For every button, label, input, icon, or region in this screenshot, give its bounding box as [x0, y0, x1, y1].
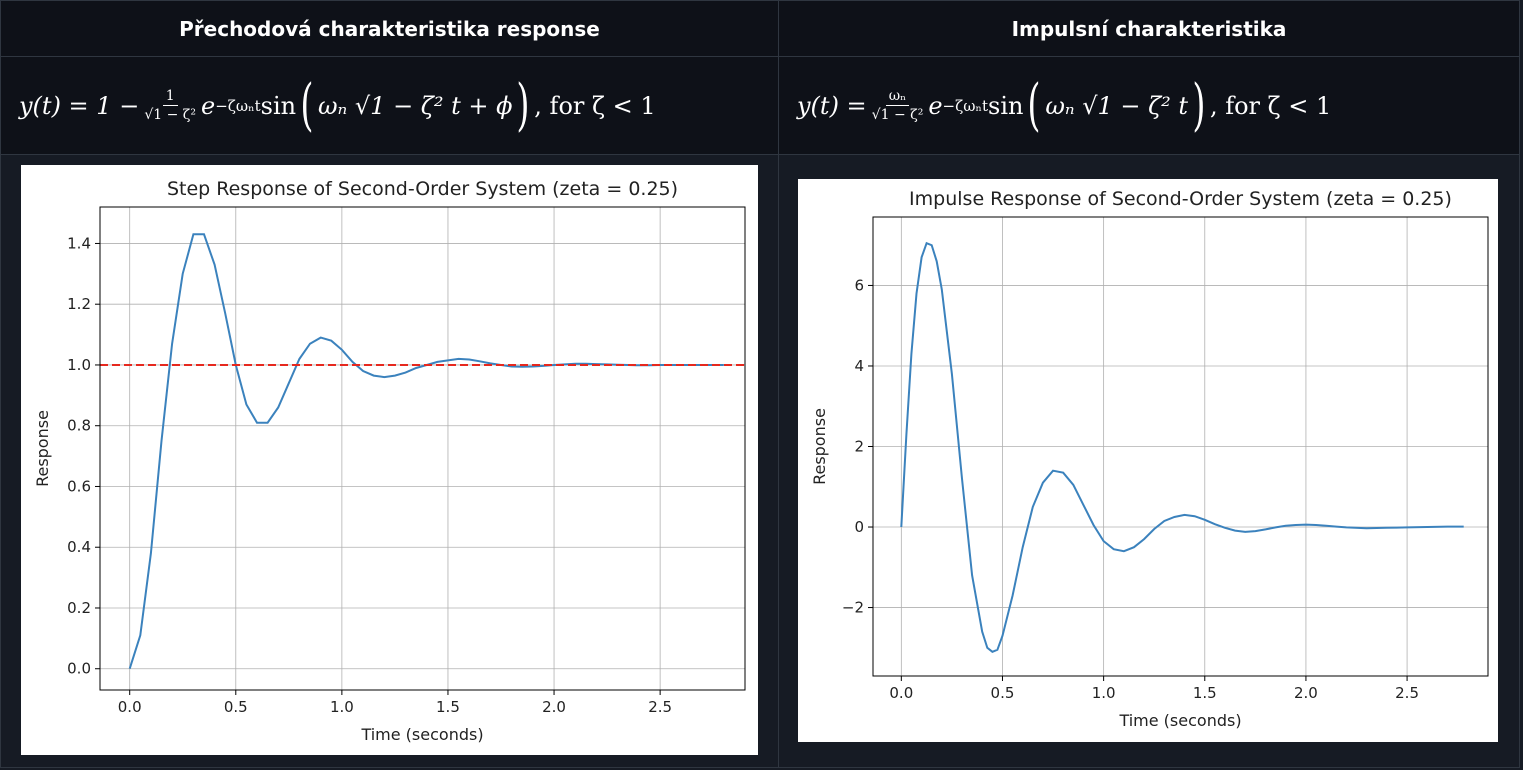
y-tick-label: 0.6 [67, 477, 91, 495]
step-plot-cell: 0.0 0.5 1.0 1.5 2.0 2.5 0.0 0.2 0.4 0.6 0.8 1.0 1.2 1… [0, 154, 779, 768]
impulse-frac-denominator: √1 − ζ² [871, 107, 924, 123]
step-close-paren: ) [516, 72, 530, 138]
step-formula: y(t) = 1 − 1 √1 − ζ² e −ζωₙt sin ( ωₙ √1 … [1, 72, 778, 138]
y-tick-label: 0.0 [67, 660, 91, 678]
step-formula-lhs: y(t) = 1 − [19, 91, 140, 120]
impulse-close-paren: ) [1192, 72, 1206, 138]
y-tick-label: 0.8 [67, 417, 91, 435]
x-tick-label: 1.5 [1193, 684, 1217, 702]
impulse-condition: , for ζ < 1 [1209, 91, 1332, 120]
x-tick-label: 2.5 [1395, 684, 1419, 702]
impulse-func: sin [988, 91, 1024, 120]
chart-title: Step Response of Second-Order System (ze… [167, 178, 678, 200]
impulse-func-arg: ωₙ √1 − ζ² t [1045, 91, 1189, 120]
x-tick-label: 1.0 [330, 698, 354, 716]
y-tick-label: 0.4 [67, 538, 91, 556]
impulse-frac-numerator: ωₙ [885, 88, 910, 106]
formula-row: y(t) = 1 − 1 √1 − ζ² e −ζωₙt sin ( ωₙ √1 … [0, 56, 1520, 155]
step-open-paren: ( [300, 72, 314, 138]
impulse-open-paren: ( [1027, 72, 1041, 138]
x-axis-label: Time (seconds) [360, 725, 483, 744]
x-tick-label: 0.0 [118, 698, 142, 716]
x-tick-label: 0.5 [991, 684, 1015, 702]
y-tick-label: 4 [854, 357, 864, 375]
step-condition: , for ζ < 1 [534, 91, 656, 120]
x-tick-label: 0.5 [224, 698, 248, 716]
y-tick-label: 0.2 [67, 599, 91, 617]
impulse-response-chart: 0.0 0.5 1.0 1.5 2.0 2.5 −2 0 2 4 6 Impulse Response… [810, 188, 1489, 730]
x-tick-label: 1.5 [436, 698, 460, 716]
comparison-table: Přechodová charakteristika response Impu… [0, 0, 1520, 768]
y-tick-label: −2 [842, 599, 864, 617]
x-tick-label: 2.0 [542, 698, 566, 716]
x-tick-label: 2.5 [648, 698, 672, 716]
header-impulse-response: Impulsní charakteristika [778, 0, 1520, 57]
step-exp-base: e [200, 91, 216, 120]
impulse-exp-base: e [928, 91, 943, 120]
impulse-exp-power: −ζωₙt [942, 96, 988, 115]
step-exp-power: −ζωₙt [215, 96, 261, 115]
y-tick-label: 1.4 [67, 234, 91, 252]
step-response-chart: 0.0 0.5 1.0 1.5 2.0 2.5 0.0 0.2 0.4 0.6 0.8 1.0 1.2 1… [33, 178, 746, 744]
y-tick-label: 1.0 [67, 356, 91, 374]
impulse-formula-lhs: y(t) = [797, 91, 867, 120]
series-line [128, 233, 724, 670]
impulse-plot-image: 0.0 0.5 1.0 1.5 2.0 2.5 −2 0 2 4 6 Impulse Response… [798, 179, 1498, 742]
impulse-plot-cell: 0.0 0.5 1.0 1.5 2.0 2.5 −2 0 2 4 6 Impulse Response… [778, 154, 1520, 768]
axes-frame [99, 206, 746, 691]
x-axis-label: Time (seconds) [1118, 711, 1241, 730]
y-axis-label: Response [33, 410, 52, 487]
step-formula-fraction: 1 √1 − ζ² [141, 88, 199, 123]
series-line [900, 241, 1464, 653]
y-tick-label: 6 [854, 276, 864, 294]
step-frac-denominator: √1 − ζ² [144, 107, 196, 123]
x-tick-label: 1.0 [1092, 684, 1116, 702]
x-tick-label: 0.0 [889, 684, 913, 702]
step-func-arg: ωₙ √1 − ζ² t + ϕ [317, 91, 513, 120]
step-frac-numerator: 1 [162, 88, 178, 106]
step-formula-cell: y(t) = 1 − 1 √1 − ζ² e −ζωₙt sin ( ωₙ √1 … [0, 56, 779, 155]
impulse-formula-cell: y(t) = ωₙ √1 − ζ² e −ζωₙt sin ( ωₙ √1 − ζ… [778, 56, 1520, 155]
chart-title: Impulse Response of Second-Order System … [909, 188, 1452, 210]
plot-row: 0.0 0.5 1.0 1.5 2.0 2.5 0.0 0.2 0.4 0.6 0.8 1.0 1.2 1… [0, 154, 1520, 768]
x-tick-label: 2.0 [1294, 684, 1318, 702]
step-plot-image: 0.0 0.5 1.0 1.5 2.0 2.5 0.0 0.2 0.4 0.6 0.8 1.0 1.2 1… [21, 165, 758, 755]
header-row: Přechodová charakteristika response Impu… [0, 0, 1520, 57]
y-tick-label: 2 [854, 438, 864, 456]
y-tick-label: 0 [854, 518, 864, 536]
impulse-formula: y(t) = ωₙ √1 − ζ² e −ζωₙt sin ( ωₙ √1 − ζ… [779, 72, 1519, 138]
header-step-response: Přechodová charakteristika response [0, 0, 779, 57]
y-tick-label: 1.2 [67, 295, 91, 313]
impulse-formula-fraction: ωₙ √1 − ζ² [869, 88, 927, 123]
step-func: sin [260, 91, 297, 120]
y-axis-label: Response [810, 408, 829, 485]
